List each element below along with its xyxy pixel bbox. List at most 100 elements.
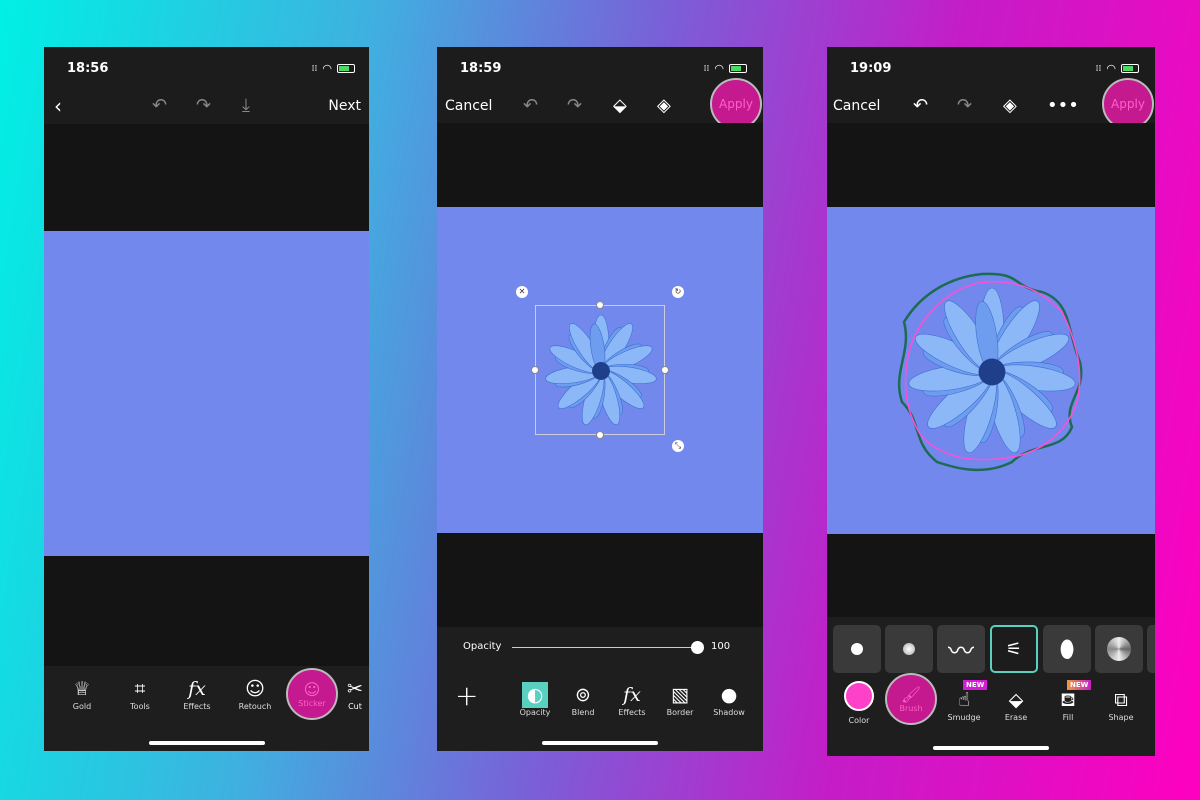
tool-sticker[interactable]: ☺ Sticker (286, 668, 338, 720)
fill-bucket-icon: ⛾ (1060, 689, 1076, 711)
brush-preset-soft[interactable] (885, 625, 933, 673)
clock: 19:09 (850, 61, 892, 76)
tool-bar: ♕ Gold ⌗ Tools fx Effects ☺ Retouch ☺ Sticker… (44, 666, 369, 751)
rotate-icon[interactable]: ↻ (672, 286, 684, 298)
home-indicator (149, 741, 265, 745)
tool-smudge[interactable]: ☝ Smudge (936, 687, 992, 722)
flower-sticker (545, 314, 657, 426)
undo-icon[interactable]: ↶ (523, 95, 538, 116)
tool-border[interactable]: ▧ Border (652, 682, 708, 717)
tool-label: Erase (1004, 713, 1028, 722)
crop-icon: ⌗ (134, 678, 146, 700)
brush-preset-more[interactable] (1147, 625, 1155, 673)
tool-label: Opacity (519, 708, 551, 717)
tool-effects[interactable]: fx Effects (169, 676, 225, 711)
resize-handle[interactable] (596, 431, 604, 439)
cancel-button[interactable]: Cancel (445, 98, 492, 114)
tool-label: Border (666, 708, 694, 717)
resize-handle[interactable] (596, 301, 604, 309)
tool-tools[interactable]: ⌗ Tools (112, 676, 168, 711)
tool-fill[interactable]: ⛾ Fill (1040, 687, 1096, 722)
download-icon[interactable]: ⤓ (242, 95, 250, 116)
border-icon: ▧ (671, 684, 689, 706)
tool-shape[interactable]: ⧉ Shape (1093, 687, 1149, 722)
tool-label: Brush (899, 704, 923, 713)
tool-blend[interactable]: ⊚ Blend (555, 682, 611, 717)
layers-icon[interactable]: ◈ (657, 95, 671, 116)
tool-brush[interactable]: 🖌 Brush (885, 673, 937, 725)
tool-label: Sticker (298, 699, 326, 708)
battery-icon (1121, 64, 1139, 73)
add-icon[interactable]: + (455, 679, 478, 712)
sticker-bounding-box[interactable] (535, 305, 665, 435)
new-badge: NEW (1067, 680, 1092, 690)
color-swatch (844, 681, 874, 711)
tool-bar: Opacity 100 + ◐ Opacity ⊚ Blend fx Effects … (437, 627, 763, 751)
opacity-value: 100 (711, 641, 731, 652)
canvas-bg (437, 533, 763, 627)
delete-icon[interactable]: ✕ (516, 286, 528, 298)
brush-icon: 🖌 (900, 685, 922, 704)
flower-center (978, 358, 1006, 386)
home-indicator (933, 746, 1049, 750)
next-button[interactable]: Next (328, 98, 361, 114)
clock: 18:59 (460, 61, 502, 76)
home-indicator (542, 741, 658, 745)
tool-label: Retouch (238, 702, 272, 711)
tool-label: Color (848, 716, 870, 725)
canvas-bg (827, 534, 1155, 617)
smudge-icon: ☝ (958, 689, 970, 711)
status-bar: 18:56 ⁞⁞ ◠ (44, 47, 369, 87)
shape-icon: ⧉ (1114, 689, 1128, 711)
slider-thumb[interactable] (691, 641, 704, 654)
back-icon[interactable]: ‹ (54, 94, 62, 118)
brush-preset-metal[interactable] (1095, 625, 1143, 673)
redo-icon[interactable]: ↷ (196, 95, 211, 116)
tool-color[interactable]: Color (841, 681, 877, 725)
shadow-icon: ● (720, 684, 738, 706)
header: ‹ ↶ ↷ ⤓ Next (44, 87, 369, 124)
sticker-icon: ☺ (303, 680, 321, 699)
resize-handle[interactable] (531, 366, 539, 374)
canvas[interactable] (827, 207, 1155, 534)
brush-preset-hard[interactable] (833, 625, 881, 673)
layers-icon[interactable]: ◈ (1003, 95, 1017, 116)
retouch-icon: ☺ (245, 678, 265, 700)
undo-icon[interactable]: ↶ (913, 95, 928, 116)
tool-retouch[interactable]: ☺ Retouch (227, 676, 283, 711)
phone-screen-3: 19:09 ⁞⁞ ◠ Cancel ↶ ↷ ◈ ••• Apply 〰 ⚟ ⬮ C… (827, 47, 1155, 756)
status-icons: ⁞⁞ ◠ (704, 62, 747, 75)
eraser-icon: ⬙ (1008, 689, 1024, 711)
canvas[interactable] (44, 231, 369, 556)
brush-preset-drip[interactable]: ⬮ (1043, 625, 1091, 673)
redo-icon[interactable]: ↷ (567, 95, 582, 116)
redo-icon[interactable]: ↷ (957, 95, 972, 116)
opacity-slider[interactable] (512, 641, 704, 654)
status-bar: 18:59 ⁞⁞ ◠ (437, 47, 763, 87)
status-bar: 19:09 ⁞⁞ ◠ (827, 47, 1155, 87)
opacity-icon: ◐ (522, 682, 548, 708)
undo-icon[interactable]: ↶ (152, 95, 167, 116)
tool-label: Effects (618, 708, 646, 717)
resize-handle[interactable] (661, 366, 669, 374)
tool-label: Tools (130, 702, 150, 711)
brush-preset-neon[interactable]: 〰 (937, 625, 985, 673)
eraser-icon[interactable]: ⬙ (613, 95, 627, 116)
tool-label: Smudge (947, 713, 981, 722)
canvas-bg (44, 124, 369, 231)
canvas[interactable]: ✕ ↻ ⤡ (437, 207, 763, 533)
tool-gold[interactable]: ♕ Gold (54, 676, 110, 711)
crown-icon: ♕ (73, 678, 91, 700)
more-icon[interactable]: ••• (1047, 95, 1079, 116)
new-badge: NEW (963, 680, 988, 690)
scissors-icon: ✂ (347, 678, 363, 700)
phone-screen-2: 18:59 ⁞⁞ ◠ Cancel ↶ ↷ ⬙ ◈ Apply ✕ ↻ ⤡ Opa… (437, 47, 763, 751)
tool-cut[interactable]: ✂ Cut (343, 676, 367, 711)
cancel-button[interactable]: Cancel (833, 98, 880, 114)
brush-settings-icon[interactable]: ⚟ (990, 625, 1038, 673)
scale-icon[interactable]: ⤡ (672, 440, 684, 452)
tool-erase[interactable]: ⬙ Erase (988, 687, 1044, 722)
tool-label: Gold (72, 702, 92, 711)
phone-screen-1: 18:56 ⁞⁞ ◠ ‹ ↶ ↷ ⤓ Next ♕ Gold ⌗ Tools fx Ef… (44, 47, 369, 751)
tool-shadow[interactable]: ● Shadow (701, 682, 757, 717)
